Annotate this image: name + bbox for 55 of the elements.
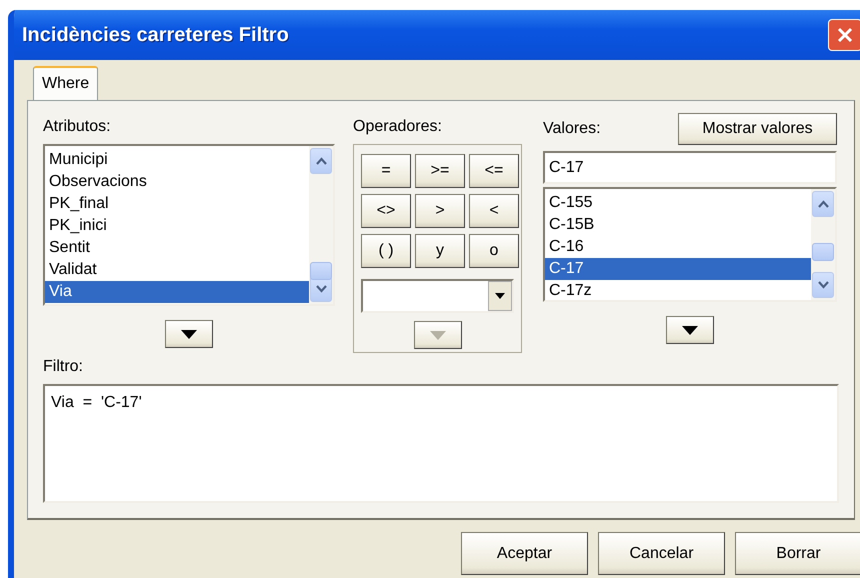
up-chevron-icon xyxy=(316,157,326,165)
dialog-button[interactable]: Cancelar xyxy=(598,532,725,575)
scrollbar[interactable] xyxy=(309,146,333,304)
operator-button[interactable]: y xyxy=(415,234,465,268)
list-item[interactable]: PK_final xyxy=(45,193,309,215)
scroll-thumb[interactable] xyxy=(812,243,834,261)
list-item[interactable]: Sentit xyxy=(45,237,309,259)
filter-text-area[interactable]: Via = 'C-17' xyxy=(43,384,839,503)
operator-button[interactable]: o xyxy=(469,234,519,268)
scrollbar[interactable] xyxy=(811,189,835,300)
values-list[interactable]: C-155 C-15B C-16 C-17 C-17z xyxy=(543,187,837,302)
move-down-button[interactable] xyxy=(666,316,714,344)
operator-button[interactable]: < xyxy=(469,194,519,228)
operator-button[interactable]: = xyxy=(361,154,411,188)
tab[interactable]: Where xyxy=(33,66,98,100)
dropdown-arrow-icon xyxy=(495,293,505,299)
dialog-button[interactable]: Borrar xyxy=(735,532,860,575)
down-triangle-icon xyxy=(682,326,698,334)
operator-button[interactable]: ( ) xyxy=(361,234,411,268)
list-item[interactable]: C-17 xyxy=(545,258,811,280)
list-item[interactable]: Validat xyxy=(45,259,309,281)
scroll-thumb[interactable] xyxy=(310,262,332,280)
up-chevron-icon xyxy=(818,200,828,208)
down-triangle-icon xyxy=(181,330,197,338)
list-item[interactable]: PK_inici xyxy=(45,215,309,237)
list-item[interactable]: C-17z xyxy=(545,280,811,302)
operator-button[interactable]: <= xyxy=(469,154,519,188)
list-item[interactable]: C-16 xyxy=(545,236,811,258)
scroll-up-button[interactable] xyxy=(812,191,834,217)
attributes-list[interactable]: Municipi Observacions PK_final PK_inici Sentit Validat Via xyxy=(43,144,335,306)
operator-button[interactable]: >= xyxy=(415,154,465,188)
list-item[interactable]: Via xyxy=(45,281,309,303)
operators-label: Operadores: xyxy=(353,118,442,136)
move-down-button[interactable] xyxy=(165,320,213,348)
dialog-button[interactable]: Aceptar xyxy=(461,532,588,575)
scroll-up-button[interactable] xyxy=(310,148,332,174)
show-values-button[interactable]: Mostrar valores xyxy=(678,113,837,145)
operator-dropdown[interactable] xyxy=(361,279,514,313)
close-icon xyxy=(837,27,853,43)
values-label: Valores: xyxy=(543,120,601,138)
scroll-down-button[interactable] xyxy=(812,272,834,298)
down-triangle-icon xyxy=(430,330,446,340)
value-input-field[interactable]: C-17 xyxy=(543,151,837,184)
list-item[interactable]: Observacions xyxy=(45,171,309,193)
list-item[interactable]: C-155 xyxy=(545,192,811,214)
filter-label: Filtro: xyxy=(43,358,83,376)
operator-button[interactable]: <> xyxy=(361,194,411,228)
operator-button[interactable]: > xyxy=(415,194,465,228)
list-item[interactable]: C-15B xyxy=(545,214,811,236)
down-chevron-icon xyxy=(316,285,326,293)
attributes-label: Atributos: xyxy=(43,118,111,136)
list-item[interactable]: Municipi xyxy=(45,149,309,171)
window-title: Incidències carreteres Filtro xyxy=(22,24,289,46)
down-chevron-icon xyxy=(818,281,828,289)
close-button[interactable] xyxy=(828,19,860,51)
